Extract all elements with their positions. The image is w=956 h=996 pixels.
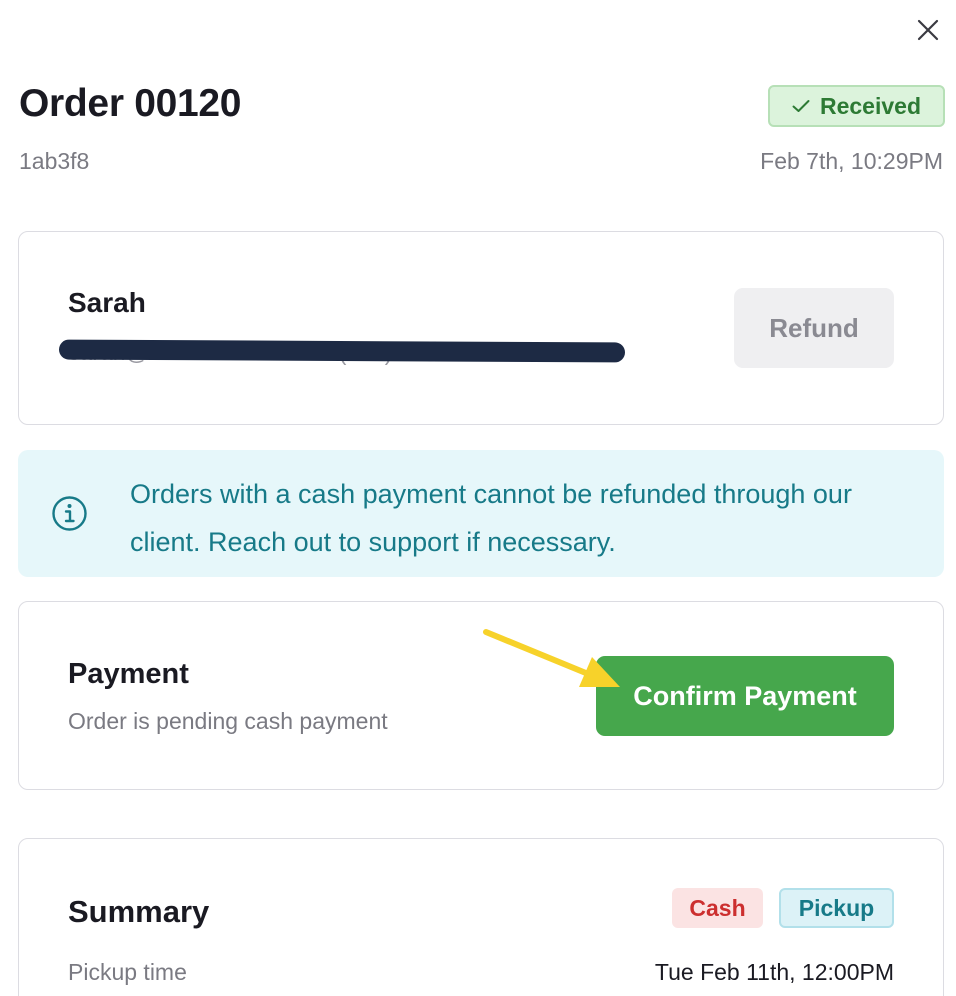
- order-date: Feb 7th, 10:29PM: [760, 148, 943, 174]
- close-icon: [917, 19, 939, 41]
- info-icon: [52, 496, 87, 531]
- check-icon: [792, 100, 810, 112]
- confirm-payment-button[interactable]: Confirm Payment: [596, 656, 894, 736]
- payment-type-tag: Cash: [672, 888, 763, 928]
- summary-card: Summary Cash Pickup Pickup time Tue Feb …: [18, 838, 944, 996]
- customer-card: Sarah sarah@bubbletea.com +1 (978) 505-0…: [18, 231, 944, 425]
- order-id: 1ab3f8: [19, 148, 90, 174]
- fulfillment-type-tag: Pickup: [779, 888, 894, 928]
- refund-button[interactable]: Refund: [734, 288, 894, 368]
- close-button[interactable]: [912, 14, 944, 46]
- pickup-time-label: Pickup time: [68, 959, 187, 985]
- status-badge: Received: [768, 85, 945, 127]
- customer-name: Sarah: [68, 287, 146, 318]
- info-text: Orders with a cash payment cannot be ref…: [130, 479, 852, 557]
- summary-title: Summary: [68, 894, 210, 929]
- payment-title: Payment: [68, 658, 189, 690]
- order-title: Order 00120: [19, 82, 242, 125]
- payment-status-text: Order is pending cash payment: [68, 708, 388, 734]
- pickup-time-value: Tue Feb 11th, 12:00PM: [654, 959, 894, 985]
- redaction-mark: [58, 339, 626, 363]
- info-banner: Orders with a cash payment cannot be ref…: [18, 450, 944, 577]
- payment-card: Payment Order is pending cash payment Co…: [18, 601, 944, 790]
- status-label: Received: [819, 92, 921, 119]
